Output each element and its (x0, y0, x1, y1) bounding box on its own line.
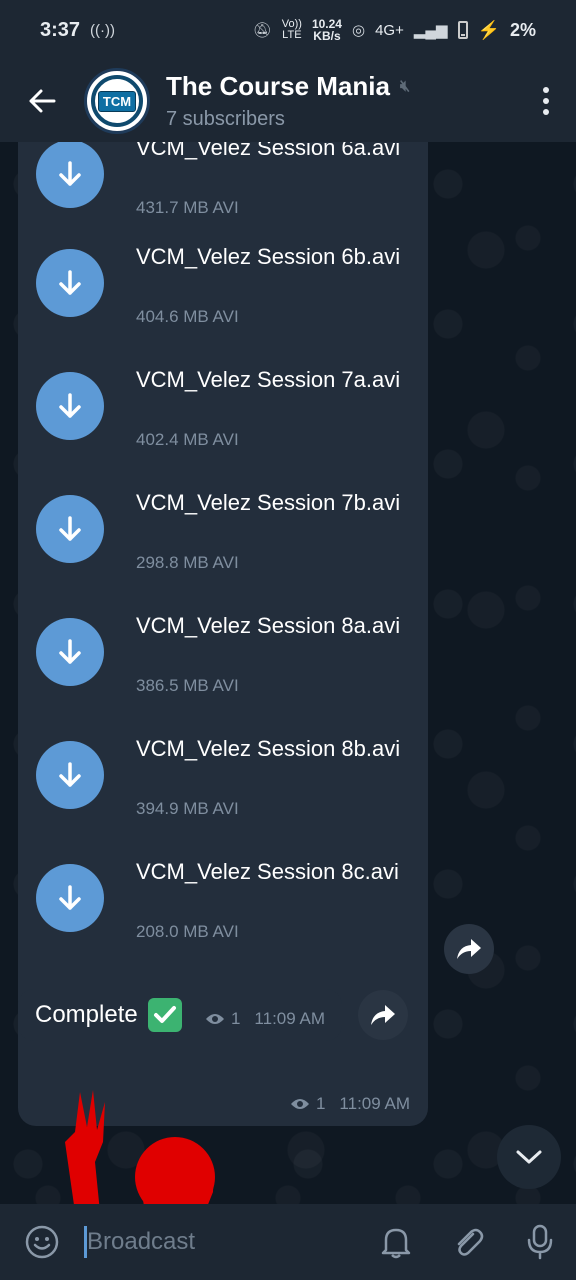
file-item[interactable]: VCM_Velez Session 7b.avi 298.8 MB AVI (36, 490, 416, 605)
channel-avatar[interactable]: TCM (84, 68, 150, 134)
status-time: 3:37 (40, 18, 81, 41)
file-size: 394.9 MB AVI (136, 799, 239, 818)
files-message-bubble: VCM_Velez Session 6a.avi 431.7 MB AVI VC… (18, 142, 428, 1126)
share-button[interactable] (358, 990, 408, 1040)
download-button[interactable] (36, 372, 104, 440)
view-count: 1 (230, 1009, 241, 1028)
download-button[interactable] (36, 249, 104, 317)
complete-message-bubble: Complete 1 11:09 AM (18, 989, 342, 1041)
file-size: 404.6 MB AVI (136, 307, 239, 326)
wifi-calling-icon: ◎ (351, 22, 366, 39)
emoji-button[interactable] (0, 1204, 84, 1280)
file-name: VCM_Velez Session 8a.avi (136, 613, 401, 638)
status-bar: 3:37 ((·)) 🔕︎ Vo)) LTE 10.24 KB/s ◎ 4G+ … (0, 0, 576, 60)
back-button[interactable] (0, 60, 84, 142)
muted-icon: 🔇︎ (399, 77, 411, 95)
file-item[interactable]: VCM_Velez Session 8b.avi 394.9 MB AVI (36, 736, 416, 851)
views-eye-icon (290, 1099, 309, 1109)
paperclip-icon (457, 1228, 484, 1256)
chevron-down-icon (516, 1150, 542, 1164)
check-mark-icon (147, 998, 182, 1032)
microphone-icon (527, 1224, 553, 1260)
file-name: VCM_Velez Session 8b.avi (136, 736, 401, 761)
download-button[interactable] (36, 142, 104, 208)
share-button[interactable] (444, 924, 494, 974)
channel-title: The Course Mania (166, 71, 390, 101)
back-arrow-icon (29, 89, 56, 113)
download-arrow-icon (59, 393, 81, 418)
file-name: VCM_Velez Session 7b.avi (136, 490, 401, 515)
message-time: 11:09 AM (254, 1009, 325, 1028)
battery-percent: 2% (509, 19, 536, 40)
file-size: 298.8 MB AVI (136, 553, 239, 572)
message-text: Complete (35, 1001, 138, 1028)
file-size: 208.0 MB AVI (136, 922, 239, 941)
chat-area[interactable]: VCM_Velez Session 6a.avi 431.7 MB AVI VC… (0, 142, 576, 1204)
file-size: 386.5 MB AVI (136, 676, 239, 695)
message-input-bar: Broadcast (0, 1204, 576, 1280)
file-item[interactable]: VCM_Velez Session 6a.avi 431.7 MB AVI (36, 142, 416, 250)
charging-icon: ⚡ (477, 19, 500, 40)
download-arrow-icon (59, 516, 81, 541)
signal-icon: ▂▄▆ (413, 22, 448, 39)
avatar-logo: TCM (97, 90, 137, 112)
download-arrow-icon (59, 762, 81, 787)
message-meta: 1 11:09 AM (205, 1009, 325, 1029)
views-eye-icon (205, 1014, 224, 1024)
download-button[interactable] (36, 618, 104, 686)
file-item[interactable]: VCM_Velez Session 6b.avi 404.6 MB AVI (36, 244, 416, 359)
dot (543, 98, 549, 104)
file-name: VCM_Velez Session 8c.avi (136, 859, 399, 884)
more-options-button[interactable] (516, 60, 576, 142)
download-arrow-icon (59, 639, 81, 664)
file-size: 402.4 MB AVI (136, 430, 239, 449)
file-size: 431.7 MB AVI (136, 198, 239, 217)
share-arrow-icon (457, 939, 481, 959)
chat-header: TCM The Course Mania 🔇︎ 7 subscribers (0, 60, 576, 142)
message-time: 11:09 AM (339, 1094, 410, 1113)
file-item[interactable]: VCM_Velez Session 8a.avi 386.5 MB AVI (36, 613, 416, 728)
file-name: VCM_Velez Session 6a.avi (136, 142, 401, 160)
channel-info[interactable]: The Course Mania 🔇︎ 7 subscribers (166, 71, 410, 131)
download-button[interactable] (36, 495, 104, 563)
download-button[interactable] (36, 864, 104, 932)
bell-icon (381, 1228, 411, 1259)
dot (543, 109, 549, 115)
share-arrow-icon (371, 1005, 395, 1025)
broadcast-input[interactable]: Broadcast (84, 1226, 360, 1258)
download-arrow-icon (59, 161, 81, 186)
file-name: VCM_Velez Session 6b.avi (136, 244, 401, 269)
attach-button[interactable] (432, 1204, 504, 1280)
sticker-image (65, 1090, 215, 1204)
message-meta: 1 11:09 AM (290, 1094, 410, 1114)
volte-indicator: Vo)) LTE (281, 18, 302, 41)
net-speed: 10.24 KB/s (311, 17, 342, 43)
notification-toggle-button[interactable] (360, 1204, 432, 1280)
subscriber-count: 7 subscribers (166, 108, 285, 130)
network-type: 4G+ (375, 21, 404, 39)
scroll-down-button[interactable] (497, 1125, 561, 1189)
view-count: 1 (315, 1094, 326, 1113)
download-button[interactable] (36, 741, 104, 809)
download-arrow-icon (59, 885, 81, 910)
battery-icon (457, 21, 468, 39)
file-item[interactable]: VCM_Velez Session 8c.avi 208.0 MB AVI (36, 859, 416, 974)
dot (543, 87, 549, 93)
download-arrow-icon (59, 270, 81, 295)
mute-bell-icon: 🔕︎ (252, 22, 272, 39)
hotspot-icon: ((·)) (90, 21, 116, 39)
file-item[interactable]: VCM_Velez Session 7a.avi 402.4 MB AVI (36, 367, 416, 482)
file-name: VCM_Velez Session 7a.avi (136, 367, 401, 392)
voice-record-button[interactable] (504, 1204, 576, 1280)
emoji-icon (25, 1225, 59, 1259)
